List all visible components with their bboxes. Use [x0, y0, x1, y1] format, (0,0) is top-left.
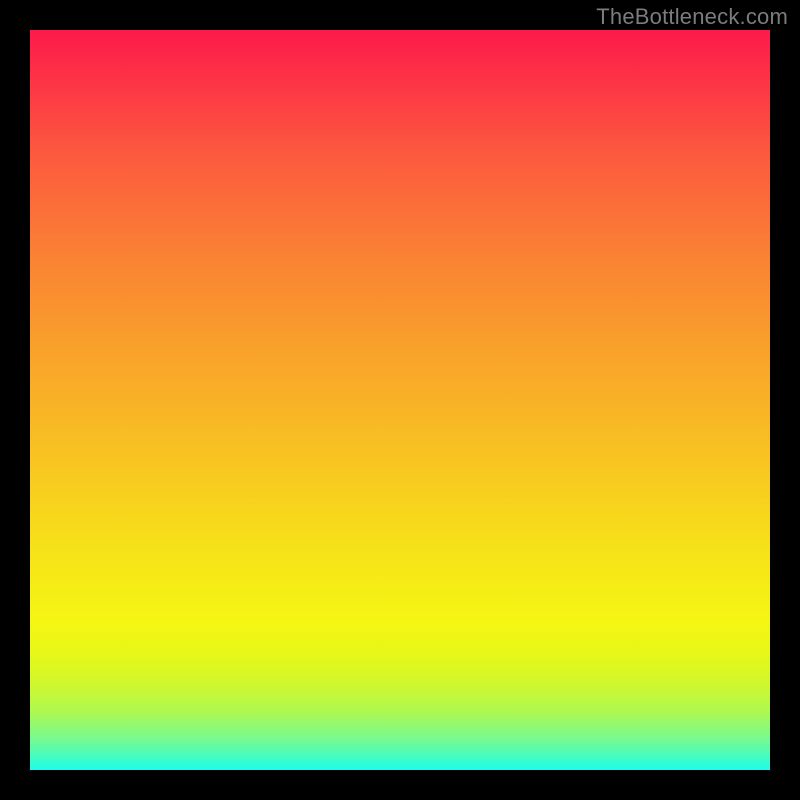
watermark-text: TheBottleneck.com [596, 4, 788, 30]
gradient-background [30, 30, 770, 770]
chart-frame: TheBottleneck.com [0, 0, 800, 800]
plot-area [30, 30, 770, 770]
